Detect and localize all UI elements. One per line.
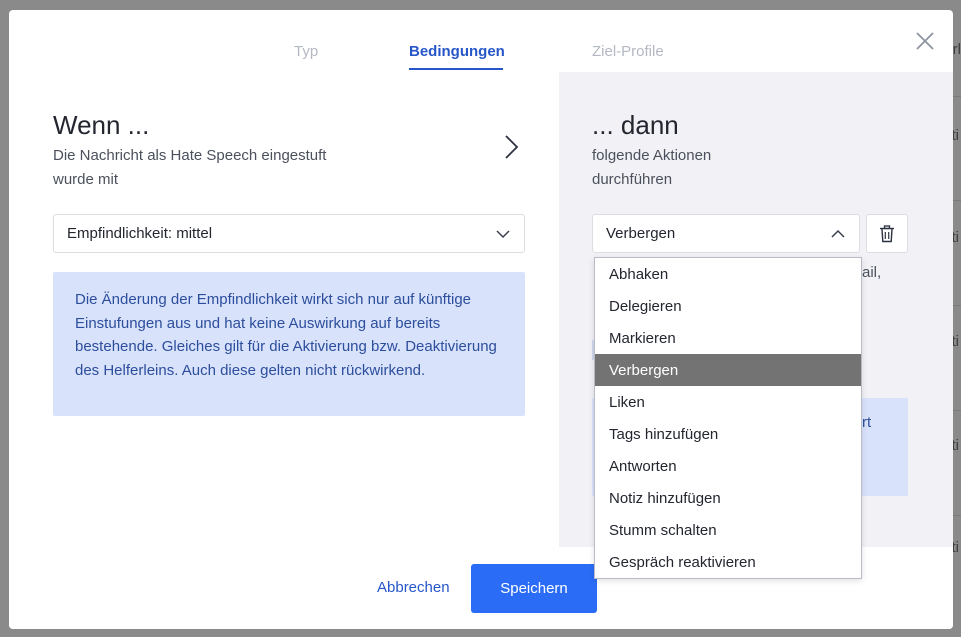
action-subtitle-line1: folgende Aktionen xyxy=(592,147,712,164)
action-options-dropdown: Abhaken Delegieren Markieren Verbergen L… xyxy=(594,257,862,579)
trash-icon xyxy=(880,225,894,243)
condition-subtitle-line2: wurde mit xyxy=(53,171,119,188)
action-select-value: Verbergen xyxy=(606,225,676,242)
bg-text-fragment: rl xyxy=(952,41,961,58)
delete-action-button[interactable] xyxy=(866,214,908,253)
condition-title: Wenn ... xyxy=(53,110,150,140)
option-abhaken[interactable]: Abhaken xyxy=(595,258,861,290)
condition-subtitle-line1: Die Nachricht als Hate Speech eingestuft xyxy=(53,147,327,164)
option-gespraech-reaktivieren[interactable]: Gespräch reaktivieren xyxy=(595,546,861,578)
tab-ziel-profile[interactable]: Ziel-Profile xyxy=(592,43,664,60)
chevron-up-icon xyxy=(831,229,845,238)
action-subtitle-line2: durchführen xyxy=(592,171,673,188)
active-tab-indicator xyxy=(409,68,503,70)
option-notiz-hinzufuegen[interactable]: Notiz hinzufügen xyxy=(595,482,861,514)
tab-bar: Typ Bedingungen Ziel-Profile xyxy=(9,10,953,72)
option-antworten[interactable]: Antworten xyxy=(595,450,861,482)
tab-typ[interactable]: Typ xyxy=(294,43,318,60)
obscured-text-fragment: rt xyxy=(862,414,872,431)
chevron-right-icon xyxy=(501,133,521,161)
option-verbergen[interactable]: Verbergen xyxy=(595,354,861,386)
option-tags-hinzufuegen[interactable]: Tags hinzufügen xyxy=(595,418,861,450)
save-button[interactable]: Speichern xyxy=(471,564,597,613)
sensitivity-select-value: Empfindlichkeit: mittel xyxy=(67,225,213,242)
option-markieren[interactable]: Markieren xyxy=(595,322,861,354)
tab-bedingungen[interactable]: Bedingungen xyxy=(409,43,505,60)
action-select[interactable]: Verbergen xyxy=(592,214,860,253)
option-liken[interactable]: Liken xyxy=(595,386,861,418)
close-icon xyxy=(916,32,934,50)
action-title: ... dann xyxy=(592,110,679,140)
chevron-down-icon xyxy=(496,230,510,239)
option-stumm-schalten[interactable]: Stumm schalten xyxy=(595,514,861,546)
obscured-text-fragment: ail, xyxy=(862,264,882,281)
cancel-button[interactable]: Abbrechen xyxy=(377,579,450,596)
rule-dialog: Typ Bedingungen Ziel-Profile Wenn ... Di… xyxy=(9,10,953,629)
close-button[interactable] xyxy=(914,30,936,52)
sensitivity-select[interactable]: Empfindlichkeit: mittel xyxy=(53,214,525,253)
sensitivity-info-box: Die Änderung der Empfindlichkeit wirkt s… xyxy=(53,272,525,416)
option-delegieren[interactable]: Delegieren xyxy=(595,290,861,322)
